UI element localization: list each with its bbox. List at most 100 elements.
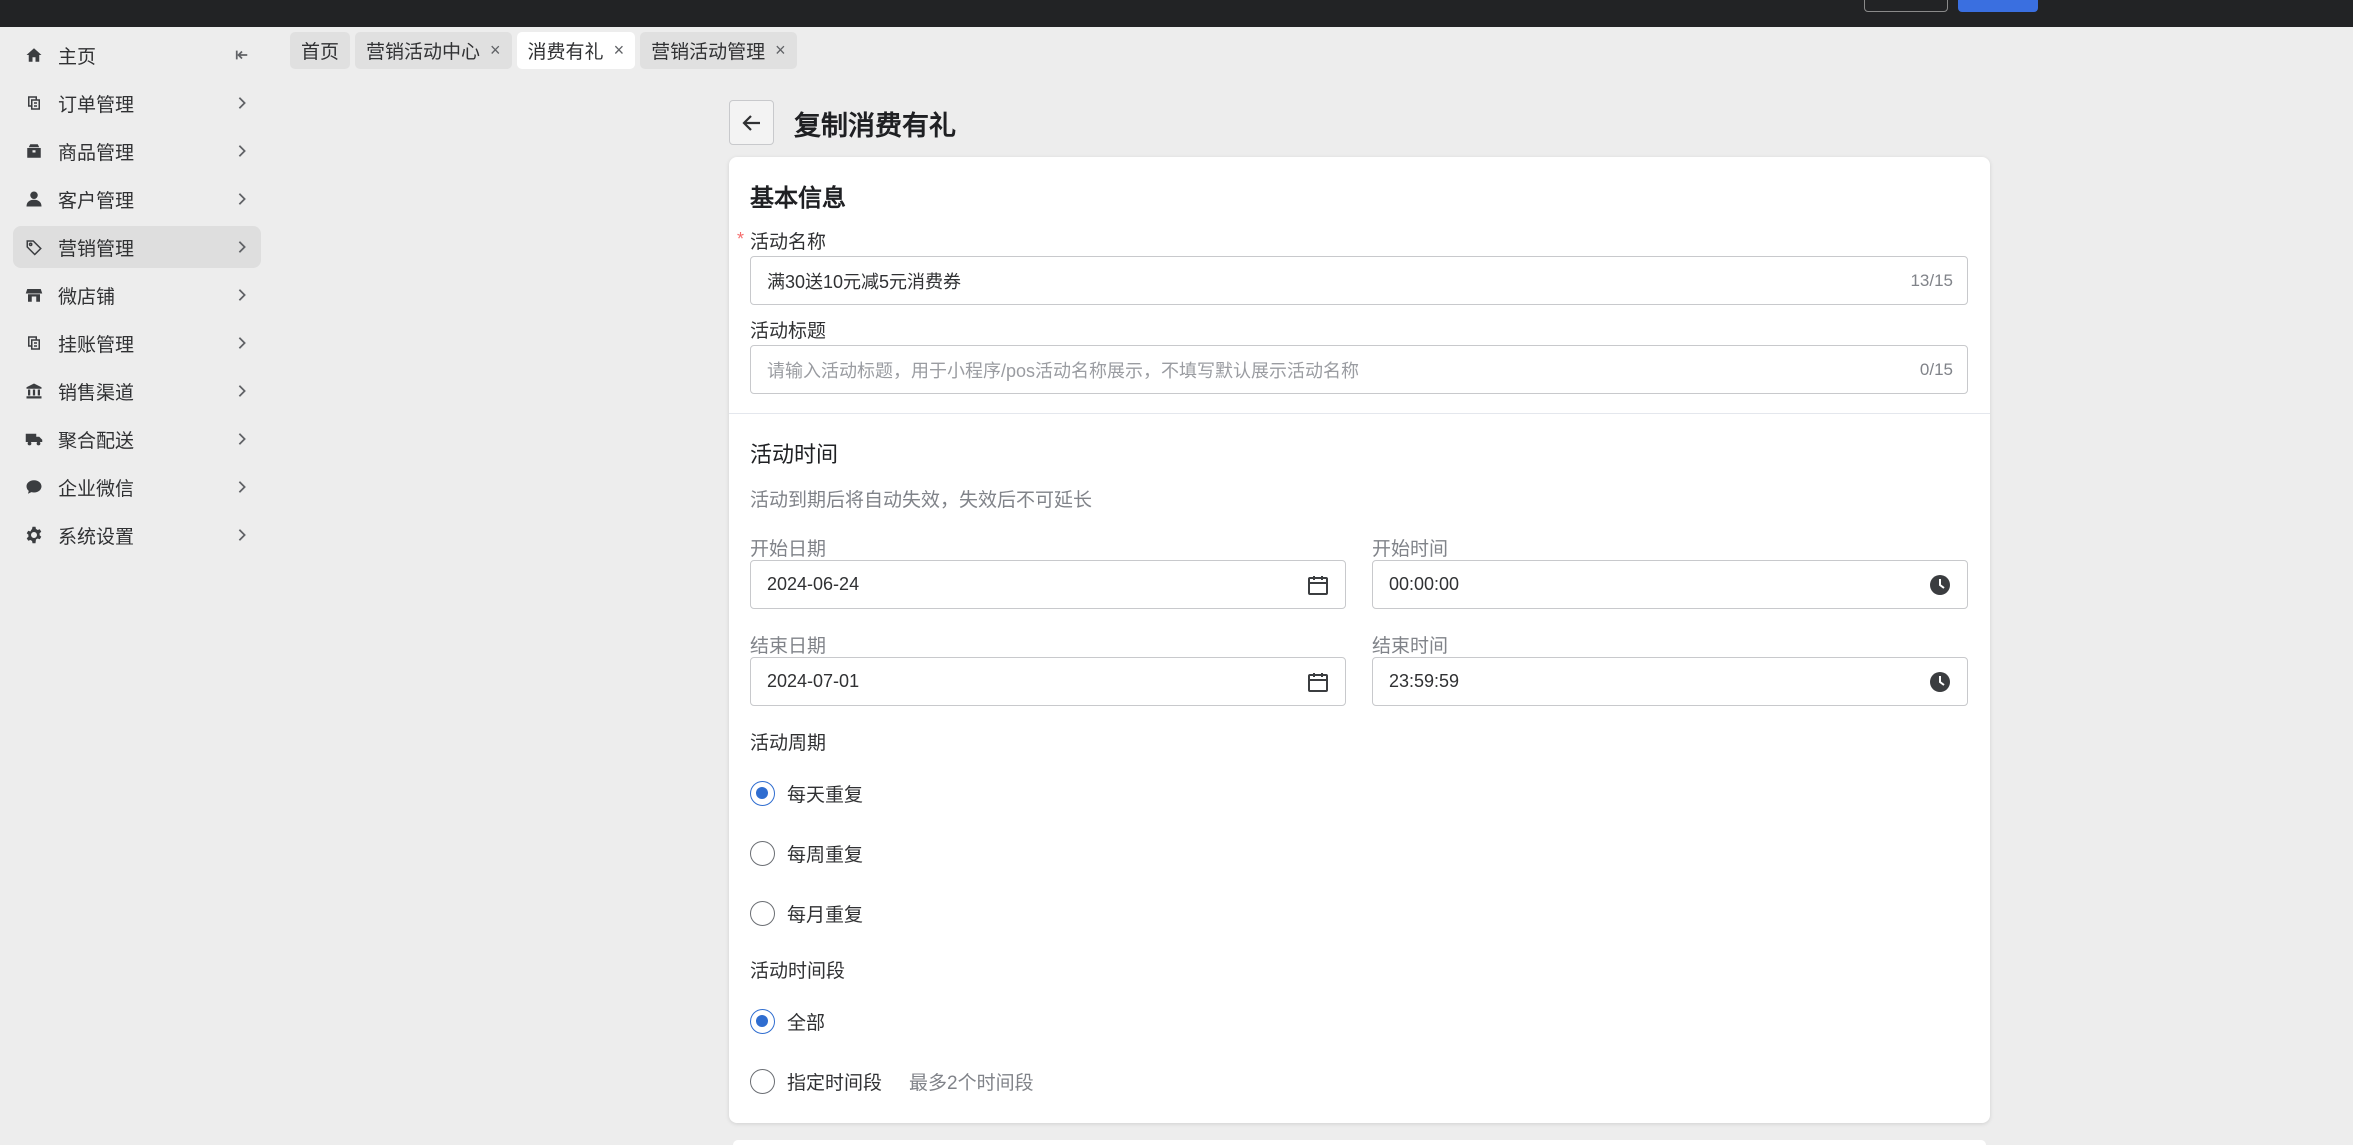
- calendar-icon[interactable]: [1306, 670, 1330, 694]
- start-date-label: 开始日期: [750, 539, 827, 560]
- end-time-value: 23:59:59: [1389, 671, 1460, 691]
- radio-circle[interactable]: [750, 1069, 775, 1094]
- radio-circle[interactable]: [750, 781, 775, 806]
- char-count: 13/15: [1910, 270, 1953, 290]
- radio-period-all[interactable]: 全部: [750, 1008, 825, 1035]
- sidebar-item-label: 客户管理: [58, 190, 135, 212]
- calendar-icon[interactable]: [1306, 573, 1330, 597]
- tab-label: 首页: [301, 42, 340, 63]
- clock-icon[interactable]: [1928, 670, 1952, 694]
- sidebar-item-customers[interactable]: 客户管理: [13, 178, 261, 220]
- tab-consumption-gift[interactable]: 消费有礼 ×: [516, 32, 636, 69]
- ledger-icon: [23, 332, 45, 354]
- sidebar-item-store[interactable]: 微店铺: [13, 274, 261, 316]
- chevron-right-icon: [235, 192, 249, 206]
- chevron-right-icon: [235, 96, 249, 110]
- radio-circle[interactable]: [750, 841, 775, 866]
- time-hint: 活动到期后将自动失效，失效后不可延长: [750, 490, 1093, 511]
- start-date-value: 2024-06-24: [767, 574, 860, 594]
- activity-name-label: 活动名称: [750, 232, 827, 253]
- page-title: 复制消费有礼: [794, 111, 956, 141]
- activity-title-label: 活动标题: [750, 321, 827, 342]
- period-label: 活动时间段: [750, 961, 846, 982]
- radio-label: 指定时间段: [787, 1073, 883, 1094]
- sidebar-item-label: 主页: [58, 46, 97, 68]
- start-time-picker[interactable]: 00:00:00: [1372, 560, 1968, 609]
- tag-icon: [23, 236, 45, 258]
- tab-home[interactable]: 首页: [290, 32, 351, 69]
- radio-circle[interactable]: [750, 901, 775, 926]
- sidebar-item-label: 企业微信: [58, 478, 135, 500]
- home-icon: [23, 44, 45, 66]
- sidebar-item-settings[interactable]: 系统设置: [13, 514, 261, 556]
- arrow-left-icon: [741, 114, 760, 131]
- top-secondary-button[interactable]: [1864, 0, 1948, 12]
- radio-period-specific[interactable]: 指定时间段 最多2个时间段: [750, 1068, 1034, 1095]
- sidebar-item-label: 微店铺: [58, 286, 116, 308]
- start-date-picker[interactable]: 2024-06-24: [750, 560, 1346, 609]
- end-time-label: 结束时间: [1372, 636, 1449, 657]
- sidebar-item-wecom[interactable]: 企业微信: [13, 466, 261, 508]
- back-button[interactable]: [729, 100, 774, 145]
- radio-weekly[interactable]: 每周重复: [750, 840, 863, 867]
- sidebar-item-label: 系统设置: [58, 526, 135, 548]
- radio-label: 每天重复: [787, 785, 864, 806]
- close-icon[interactable]: ×: [775, 40, 786, 61]
- radio-circle[interactable]: [750, 1009, 775, 1034]
- cycle-label: 活动周期: [750, 733, 827, 754]
- gear-icon: [23, 524, 45, 546]
- sidebar-item-marketing[interactable]: 营销管理: [13, 226, 261, 268]
- top-primary-button[interactable]: [1958, 0, 2038, 12]
- start-time-value: 00:00:00: [1389, 574, 1460, 594]
- activity-name-input[interactable]: 满30送10元减5元消费券 13/15: [750, 256, 1968, 305]
- sidebar-item-orders[interactable]: 订单管理: [13, 82, 261, 124]
- truck-icon: [23, 428, 45, 450]
- sidebar-item-label: 营销管理: [58, 238, 135, 260]
- radio-label: 每周重复: [787, 845, 864, 866]
- sidebar-item-label: 挂账管理: [58, 334, 135, 356]
- chevron-right-icon: [235, 336, 249, 350]
- collapse-sidebar-icon[interactable]: [235, 48, 249, 62]
- radio-daily[interactable]: 每天重复: [750, 780, 863, 807]
- chat-icon: [23, 476, 45, 498]
- chevron-right-icon: [235, 288, 249, 302]
- tab-label: 消费有礼: [527, 42, 604, 63]
- char-count: 0/15: [1919, 359, 1953, 379]
- tab-marketing-management[interactable]: 营销活动管理 ×: [640, 32, 797, 69]
- sidebar-item-home[interactable]: 主页: [13, 34, 261, 76]
- end-date-picker[interactable]: 2024-07-01: [750, 657, 1346, 706]
- tab-label: 营销活动中心: [366, 42, 481, 63]
- required-asterisk: *: [737, 229, 745, 249]
- sidebar-item-channels[interactable]: 销售渠道: [13, 370, 261, 412]
- next-card: [733, 1140, 1986, 1145]
- sidebar-item-ledger[interactable]: 挂账管理: [13, 322, 261, 364]
- start-time-label: 开始时间: [1372, 539, 1449, 560]
- close-icon[interactable]: ×: [614, 40, 625, 61]
- sidebar-item-label: 订单管理: [58, 94, 135, 116]
- radio-monthly[interactable]: 每月重复: [750, 900, 863, 927]
- section-title-basic: 基本信息: [750, 185, 846, 212]
- sidebar-item-products[interactable]: 商品管理: [13, 130, 261, 172]
- bank-icon: [23, 380, 45, 402]
- form-card: 基本信息 * 活动名称 满30送10元减5元消费券 13/15 活动标题 请输入…: [729, 157, 1990, 1123]
- chevron-right-icon: [235, 480, 249, 494]
- store-icon: [23, 284, 45, 306]
- radio-label: 全部: [787, 1013, 826, 1034]
- close-icon[interactable]: ×: [490, 40, 501, 61]
- user-icon: [23, 188, 45, 210]
- tab-marketing-center[interactable]: 营销活动中心 ×: [355, 32, 512, 69]
- chevron-right-icon: [235, 432, 249, 446]
- sidebar-item-label: 商品管理: [58, 142, 135, 164]
- end-date-label: 结束日期: [750, 636, 827, 657]
- clock-icon[interactable]: [1928, 573, 1952, 597]
- radio-label: 每月重复: [787, 905, 864, 926]
- chevron-right-icon: [235, 240, 249, 254]
- order-icon: [23, 92, 45, 114]
- activity-title-input[interactable]: 请输入活动标题，用于小程序/pos活动名称展示，不填写默认展示活动名称 0/15: [750, 345, 1968, 394]
- activity-name-value: 满30送10元减5元消费券: [767, 271, 962, 292]
- end-time-picker[interactable]: 23:59:59: [1372, 657, 1968, 706]
- chevron-right-icon: [235, 384, 249, 398]
- sidebar-item-delivery[interactable]: 聚合配送: [13, 418, 261, 460]
- sidebar: 主页 订单管理 商品管理 客户管理 营销管理 微店铺 挂账管理 销售渠道 聚合配: [0, 27, 272, 1145]
- chevron-right-icon: [235, 144, 249, 158]
